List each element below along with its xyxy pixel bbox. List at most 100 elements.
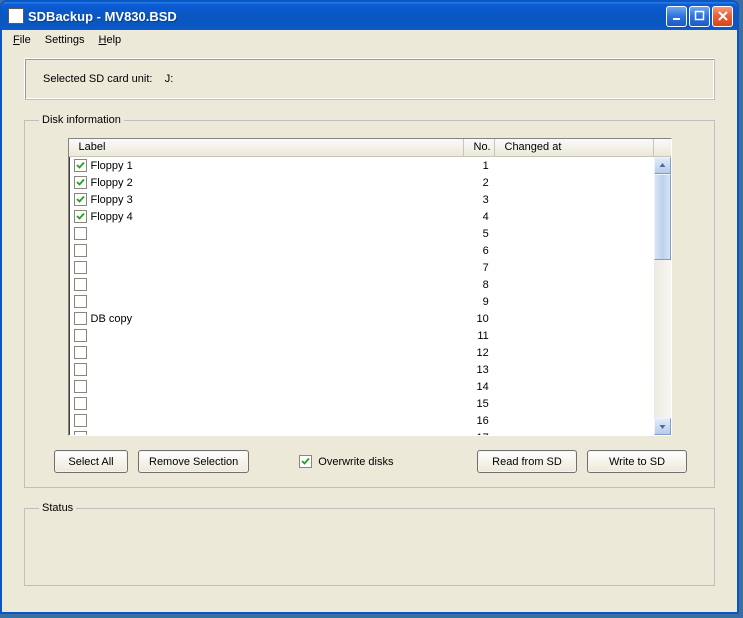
close-button[interactable] — [712, 6, 733, 27]
row-checkbox[interactable] — [74, 193, 87, 206]
row-no: 16 — [464, 415, 495, 427]
row-checkbox[interactable] — [74, 380, 87, 393]
row-checkbox[interactable] — [74, 244, 87, 257]
row-label-cell[interactable]: DB copy — [70, 312, 464, 325]
read-from-sd-button[interactable]: Read from SD — [477, 450, 577, 473]
row-checkbox[interactable] — [74, 278, 87, 291]
col-no[interactable]: No. — [464, 139, 495, 156]
disk-table-header: Label No. Changed at — [69, 139, 671, 157]
table-row[interactable]: 13 — [70, 361, 654, 378]
row-no: 4 — [464, 211, 495, 223]
row-checkbox[interactable] — [74, 159, 87, 172]
row-checkbox[interactable] — [74, 329, 87, 342]
row-checkbox[interactable] — [74, 295, 87, 308]
col-label[interactable]: Label — [69, 139, 464, 156]
row-label-cell[interactable] — [70, 227, 464, 240]
client-area: Selected SD card unit: J: Disk informati… — [2, 50, 737, 612]
row-label-cell[interactable] — [70, 414, 464, 427]
table-row[interactable]: 6 — [70, 242, 654, 259]
disk-button-row: Select All Remove Selection Overwrite di… — [39, 450, 700, 473]
table-row[interactable]: 12 — [70, 344, 654, 361]
overwrite-checkbox[interactable]: Overwrite disks — [299, 455, 393, 468]
scroll-track[interactable] — [654, 174, 671, 418]
minimize-button[interactable] — [666, 6, 687, 27]
row-label-cell[interactable] — [70, 397, 464, 410]
row-checkbox[interactable] — [74, 431, 87, 435]
table-row[interactable]: Floppy 11 — [70, 157, 654, 174]
row-no: 13 — [464, 364, 495, 376]
row-checkbox[interactable] — [74, 261, 87, 274]
scroll-up-button[interactable] — [654, 157, 671, 174]
close-icon — [717, 10, 729, 22]
vertical-scrollbar[interactable] — [654, 157, 671, 435]
app-window: SDBackup - MV830.BSD File Settings Help … — [0, 0, 739, 614]
row-label-cell[interactable] — [70, 329, 464, 342]
select-all-button[interactable]: Select All — [54, 450, 128, 473]
row-checkbox[interactable] — [74, 312, 87, 325]
row-no: 15 — [464, 398, 495, 410]
row-label-cell[interactable] — [70, 261, 464, 274]
table-row[interactable]: 5 — [70, 225, 654, 242]
row-label-cell[interactable]: Floppy 3 — [70, 193, 464, 206]
menu-settings[interactable]: Settings — [38, 32, 92, 48]
row-no: 5 — [464, 228, 495, 240]
row-no: 10 — [464, 313, 495, 325]
row-label-cell[interactable] — [70, 363, 464, 376]
row-label-cell[interactable]: Floppy 4 — [70, 210, 464, 223]
row-checkbox[interactable] — [74, 397, 87, 410]
menu-file-rest: ile — [20, 34, 31, 46]
row-checkbox[interactable] — [74, 176, 87, 189]
sd-drive: J: — [165, 73, 174, 85]
row-label: Floppy 1 — [91, 160, 133, 172]
chevron-down-icon — [659, 423, 666, 430]
row-label: DB copy — [91, 313, 133, 325]
table-row[interactable]: 14 — [70, 378, 654, 395]
scroll-thumb[interactable] — [654, 174, 671, 260]
table-row[interactable]: 9 — [70, 293, 654, 310]
row-no: 11 — [464, 330, 495, 342]
row-label-cell[interactable] — [70, 380, 464, 393]
row-no: 12 — [464, 347, 495, 359]
disk-info-fieldset: Disk information Label No. Changed at Fl… — [24, 114, 715, 488]
menubar: File Settings Help — [2, 30, 737, 50]
row-label-cell[interactable] — [70, 346, 464, 359]
row-checkbox[interactable] — [74, 227, 87, 240]
row-no: 9 — [464, 296, 495, 308]
row-checkbox[interactable] — [74, 414, 87, 427]
table-row[interactable]: 15 — [70, 395, 654, 412]
write-to-sd-button[interactable]: Write to SD — [587, 450, 687, 473]
table-row[interactable]: Floppy 33 — [70, 191, 654, 208]
row-label-cell[interactable] — [70, 244, 464, 257]
minimize-icon — [671, 10, 683, 22]
menu-help[interactable]: Help — [92, 32, 129, 48]
table-row[interactable]: 7 — [70, 259, 654, 276]
table-row[interactable]: Floppy 44 — [70, 208, 654, 225]
remove-selection-button[interactable]: Remove Selection — [138, 450, 249, 473]
row-label-cell[interactable] — [70, 278, 464, 291]
table-row[interactable]: Floppy 22 — [70, 174, 654, 191]
row-checkbox[interactable] — [74, 210, 87, 223]
col-changed[interactable]: Changed at — [495, 139, 654, 156]
row-label-cell[interactable] — [70, 295, 464, 308]
table-row[interactable]: 11 — [70, 327, 654, 344]
menu-file[interactable]: File — [6, 32, 38, 48]
window-title: SDBackup - MV830.BSD — [28, 9, 177, 24]
chevron-up-icon — [659, 162, 666, 169]
table-row[interactable]: 8 — [70, 276, 654, 293]
table-row[interactable]: 17 — [70, 429, 654, 435]
table-row[interactable]: 16 — [70, 412, 654, 429]
scroll-down-button[interactable] — [654, 418, 671, 435]
window-controls — [666, 6, 735, 27]
row-label-cell[interactable]: Floppy 2 — [70, 176, 464, 189]
row-checkbox[interactable] — [74, 346, 87, 359]
table-row[interactable]: DB copy 10 — [70, 310, 654, 327]
row-label: Floppy 2 — [91, 177, 133, 189]
row-checkbox[interactable] — [74, 363, 87, 376]
row-no: 7 — [464, 262, 495, 274]
overwrite-label: Overwrite disks — [318, 456, 393, 468]
row-label-cell[interactable] — [70, 431, 464, 435]
titlebar[interactable]: SDBackup - MV830.BSD — [2, 2, 737, 30]
maximize-button[interactable] — [689, 6, 710, 27]
row-label-cell[interactable]: Floppy 1 — [70, 159, 464, 172]
status-legend: Status — [39, 502, 76, 514]
